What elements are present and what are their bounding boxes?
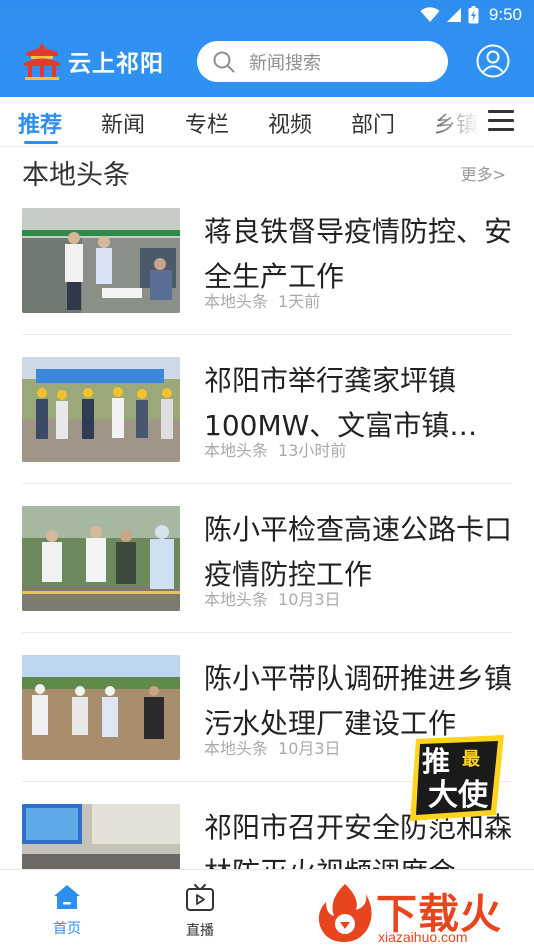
tab-video[interactable]: 视频: [268, 107, 312, 139]
divider: [22, 334, 512, 335]
app-header: 9:50 云上祁阳 新闻搜索: [0, 0, 534, 97]
battery-icon: [468, 6, 479, 24]
news-thumbnail: [22, 804, 180, 869]
tab-recommended[interactable]: 推荐: [18, 107, 62, 139]
tab-columns[interactable]: 专栏: [185, 107, 229, 139]
section-title: 本地头条: [22, 160, 130, 191]
promo-badge-icon[interactable]: 推 最 大使: [408, 735, 512, 821]
tab-departments[interactable]: 部门: [351, 107, 395, 139]
tabs-fade: [420, 98, 490, 146]
wifi-icon: [420, 7, 440, 22]
news-source: 本地头条: [204, 441, 269, 460]
signal-icon: [446, 8, 461, 22]
news-time: 10月3日: [278, 590, 341, 609]
news-time: 13小时前: [278, 441, 347, 460]
news-meta: 本地头条 10月3日: [204, 735, 341, 759]
news-meta: 本地头条 13小时前: [204, 437, 346, 461]
list-item[interactable]: 祁阳市举行龚家坪镇100MW、文富市镇… 本地头条 13小时前: [0, 354, 534, 503]
badge-text-1: 推: [422, 745, 450, 778]
divider: [22, 632, 512, 633]
news-meta: 本地头条 10月3日: [204, 586, 341, 610]
news-title: 陈小平带队调研推进乡镇污水处理厂建设工作: [204, 662, 513, 740]
nav-home[interactable]: 首页: [37, 884, 97, 938]
news-title: 祁阳市举行龚家坪镇100MW、文富市镇…: [204, 364, 478, 442]
user-profile-icon[interactable]: [476, 44, 510, 78]
list-item[interactable]: 蒋良铁督导疫情防控、安全生产工作 本地头条 1天前: [0, 205, 534, 354]
news-time: 10月3日: [278, 739, 341, 758]
status-time: 9:50: [488, 5, 522, 24]
news-time: 1天前: [278, 292, 321, 311]
search-placeholder: 新闻搜索: [249, 52, 321, 74]
pavilion-logo-icon: [24, 43, 60, 80]
list-item[interactable]: 陈小平检查高速公路卡口疫情防控工作 本地头条 10月3日: [0, 503, 534, 652]
news-meta: 本地头条 1天前: [204, 288, 320, 312]
live-tv-icon: [186, 884, 214, 911]
nav-home-label: 首页: [53, 921, 81, 937]
news-thumbnail: [22, 208, 180, 313]
watermark-url: xiazaihuo.com: [378, 929, 468, 945]
search-input[interactable]: 新闻搜索: [197, 41, 448, 82]
search-icon: [213, 51, 235, 72]
active-tab-indicator: [24, 141, 58, 144]
more-link[interactable]: 更多>: [461, 161, 506, 185]
news-thumbnail: [22, 506, 180, 611]
news-source: 本地头条: [204, 739, 269, 758]
tab-news[interactable]: 新闻: [101, 107, 145, 139]
badge-text-2: 最: [462, 749, 481, 770]
news-source: 本地头条: [204, 292, 269, 311]
watermark: 下载火 xiazaihuo.com: [316, 880, 531, 948]
home-icon: [54, 885, 80, 909]
news-title: 陈小平检查高速公路卡口疫情防控工作: [204, 513, 513, 591]
menu-icon[interactable]: [488, 110, 514, 132]
status-bar: 9:50: [420, 2, 522, 28]
flame-logo-icon: [318, 884, 372, 942]
news-title: 蒋良铁督导疫情防控、安全生产工作: [204, 215, 513, 293]
nav-live-label: 直播: [186, 923, 214, 939]
app-logo: 云上祁阳: [22, 42, 164, 80]
news-source: 本地头条: [204, 590, 269, 609]
badge-text-3: 大使: [428, 778, 489, 813]
divider: [22, 483, 512, 484]
nav-live[interactable]: 直播: [170, 884, 230, 940]
app-name: 云上祁阳: [68, 51, 164, 77]
news-thumbnail: [22, 655, 180, 760]
news-thumbnail: [22, 357, 180, 462]
